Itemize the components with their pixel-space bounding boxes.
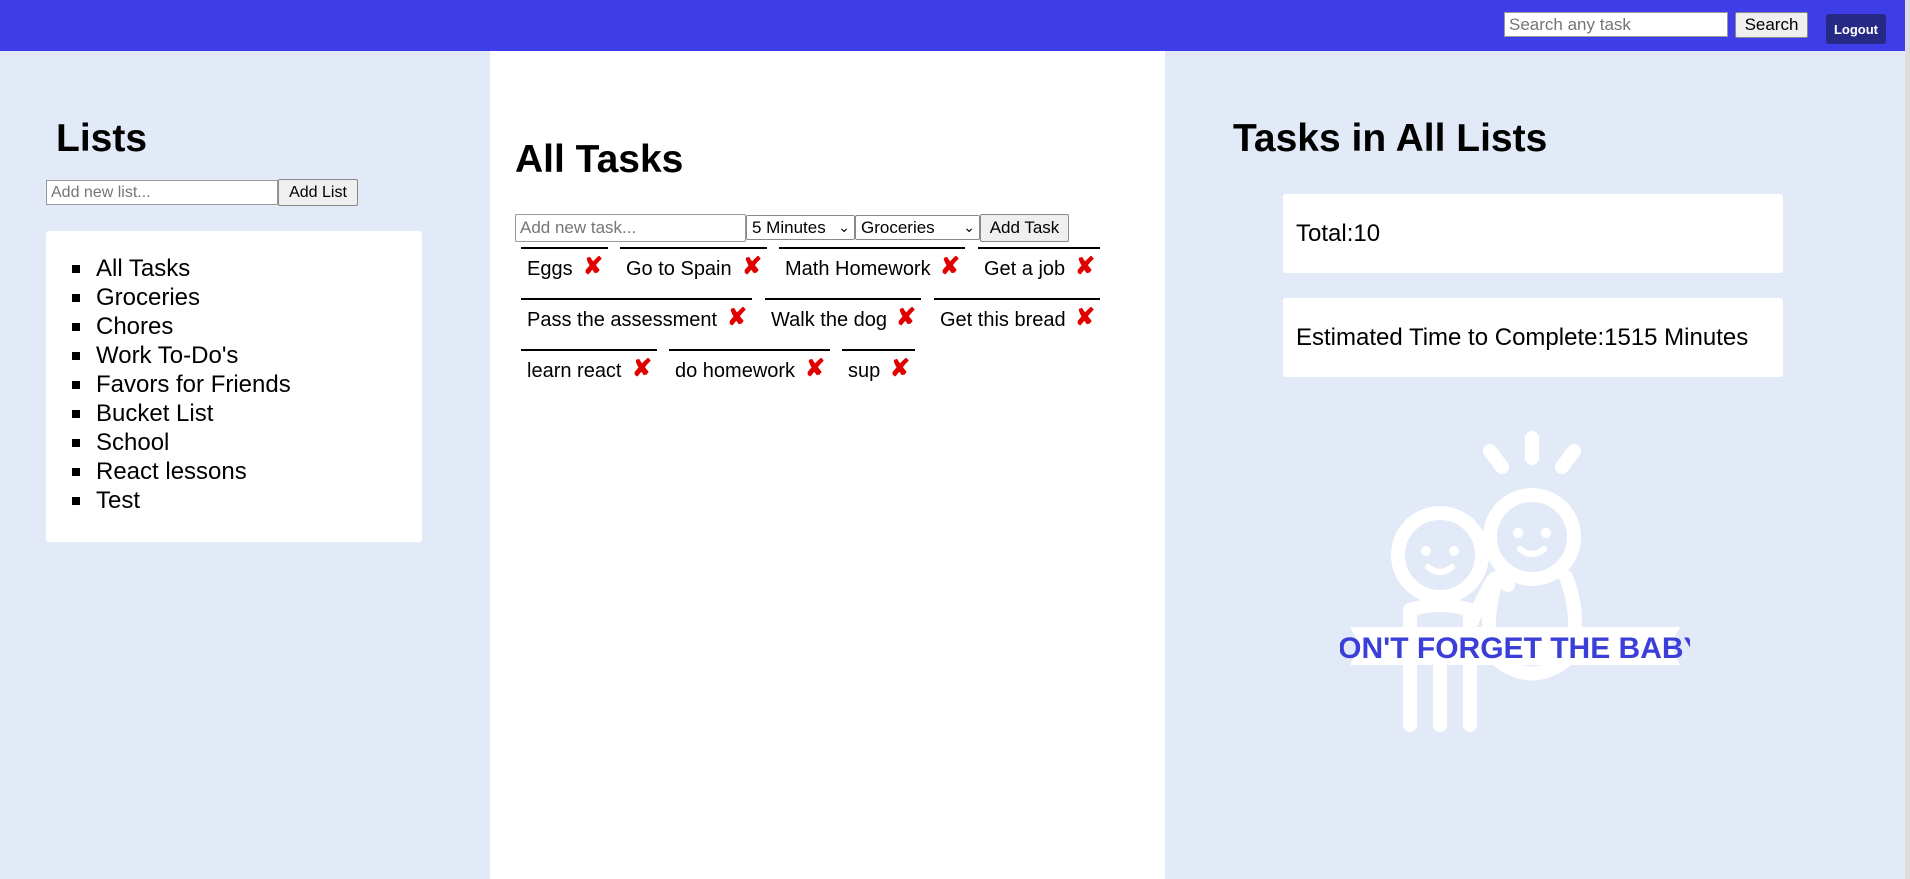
task-item-math-homework: Math Homework ✘: [779, 247, 965, 287]
list-item-label: Work To-Do's: [96, 342, 239, 369]
bullet-icon: [72, 352, 80, 360]
list-item-groceries[interactable]: Groceries: [72, 283, 291, 312]
list-item-chores[interactable]: Chores: [72, 312, 291, 341]
total-tasks-card: Total:10: [1283, 194, 1783, 273]
bullet-icon: [72, 497, 80, 505]
task-item-sup: sup ✘: [842, 349, 915, 389]
bullet-icon: [72, 439, 80, 447]
delete-task-icon[interactable]: ✘: [890, 356, 910, 382]
task-item-do-homework: do homework ✘: [669, 349, 830, 389]
delete-task-icon[interactable]: ✘: [896, 305, 916, 331]
delete-task-icon[interactable]: ✘: [1075, 254, 1095, 280]
task-label: Math Homework: [785, 258, 931, 280]
estimated-time-card: Estimated Time to Complete:1515 Minutes: [1283, 298, 1783, 377]
delete-task-icon[interactable]: ✘: [805, 356, 825, 382]
page-title: All Tasks: [515, 138, 684, 181]
task-label: Get this bread: [940, 309, 1066, 331]
list-item-all-tasks[interactable]: All Tasks: [72, 254, 291, 283]
list-item-label: Chores: [96, 313, 174, 340]
bullet-icon: [72, 265, 80, 273]
list-item-bucket-list[interactable]: Bucket List: [72, 399, 291, 428]
time-estimate-select[interactable]: 5 Minutes ⌄: [746, 215, 855, 240]
list-item-label: React lessons: [96, 458, 247, 485]
task-item-go-to-spain: Go to Spain ✘: [620, 247, 767, 287]
task-label: Get a job: [984, 258, 1066, 280]
bullet-icon: [72, 468, 80, 476]
chevron-down-icon: ⌄: [963, 219, 975, 235]
new-task-input[interactable]: [515, 214, 746, 242]
add-list-button[interactable]: Add List: [278, 179, 358, 206]
search-input[interactable]: [1504, 12, 1728, 37]
lists-card: All Tasks Groceries Chores Work To-Do's …: [46, 231, 422, 542]
list-item-label: School: [96, 429, 170, 456]
list-item-test[interactable]: Test: [72, 486, 291, 515]
task-label: Pass the assessment: [527, 309, 718, 331]
page-scrollbar[interactable]: [1905, 0, 1910, 879]
logout-button[interactable]: Logout: [1826, 14, 1886, 44]
bullet-icon: [72, 323, 80, 331]
total-tasks-text: Total:10: [1296, 220, 1381, 247]
task-list-select[interactable]: Groceries ⌄: [855, 215, 980, 240]
chevron-down-icon: ⌄: [838, 219, 850, 235]
task-label: sup: [848, 360, 881, 382]
task-item-walk-the-dog: Walk the dog ✘: [765, 298, 921, 338]
list-item-label: Bucket List: [96, 400, 214, 427]
task-item-eggs: Eggs ✘: [521, 247, 608, 287]
time-estimate-value: 5 Minutes: [752, 218, 826, 237]
list-item-label: Favors for Friends: [96, 371, 291, 398]
task-item-learn-react: learn react ✘: [521, 349, 657, 389]
estimated-time-text: Estimated Time to Complete:1515 Minutes: [1296, 324, 1749, 351]
task-label: Walk the dog: [771, 309, 887, 331]
list-item-label: Groceries: [96, 284, 201, 311]
search-button[interactable]: Search: [1735, 12, 1808, 38]
summary-heading: Tasks in All Lists: [1233, 117, 1548, 160]
bullet-icon: [72, 410, 80, 418]
list-item-label: All Tasks: [96, 255, 191, 282]
list-item-work-todos[interactable]: Work To-Do's: [72, 341, 291, 370]
bullet-icon: [72, 294, 80, 302]
baby-reminder-illustration: DON'T FORGET THE BABY!: [1340, 431, 1690, 732]
banner-text: DON'T FORGET THE BABY!: [1340, 632, 1690, 665]
list-item-label: Test: [96, 487, 141, 514]
delete-task-icon[interactable]: ✘: [940, 254, 960, 280]
task-item-pass-the-assessment: Pass the assessment ✘: [521, 298, 752, 338]
task-label: do homework: [675, 360, 796, 382]
delete-task-icon[interactable]: ✘: [583, 254, 603, 280]
delete-task-icon[interactable]: ✘: [632, 356, 652, 382]
task-label: learn react: [527, 360, 622, 382]
task-item-get-this-bread: Get this bread ✘: [934, 298, 1100, 338]
task-list-value: Groceries: [861, 218, 935, 237]
list-item-favors-for-friends[interactable]: Favors for Friends: [72, 370, 291, 399]
new-list-input[interactable]: [46, 180, 278, 205]
delete-task-icon[interactable]: ✘: [727, 305, 747, 331]
list-item-react-lessons[interactable]: React lessons: [72, 457, 291, 486]
bullet-icon: [72, 381, 80, 389]
task-label: Eggs: [527, 258, 573, 280]
task-item-get-a-job: Get a job ✘: [978, 247, 1100, 287]
list-item-school[interactable]: School: [72, 428, 291, 457]
lists-heading: Lists: [56, 117, 148, 160]
delete-task-icon[interactable]: ✘: [1075, 305, 1095, 331]
task-label: Go to Spain: [626, 258, 732, 280]
add-task-button[interactable]: Add Task: [980, 214, 1069, 242]
delete-task-icon[interactable]: ✘: [742, 254, 762, 280]
lists-menu: All Tasks Groceries Chores Work To-Do's …: [72, 254, 291, 515]
